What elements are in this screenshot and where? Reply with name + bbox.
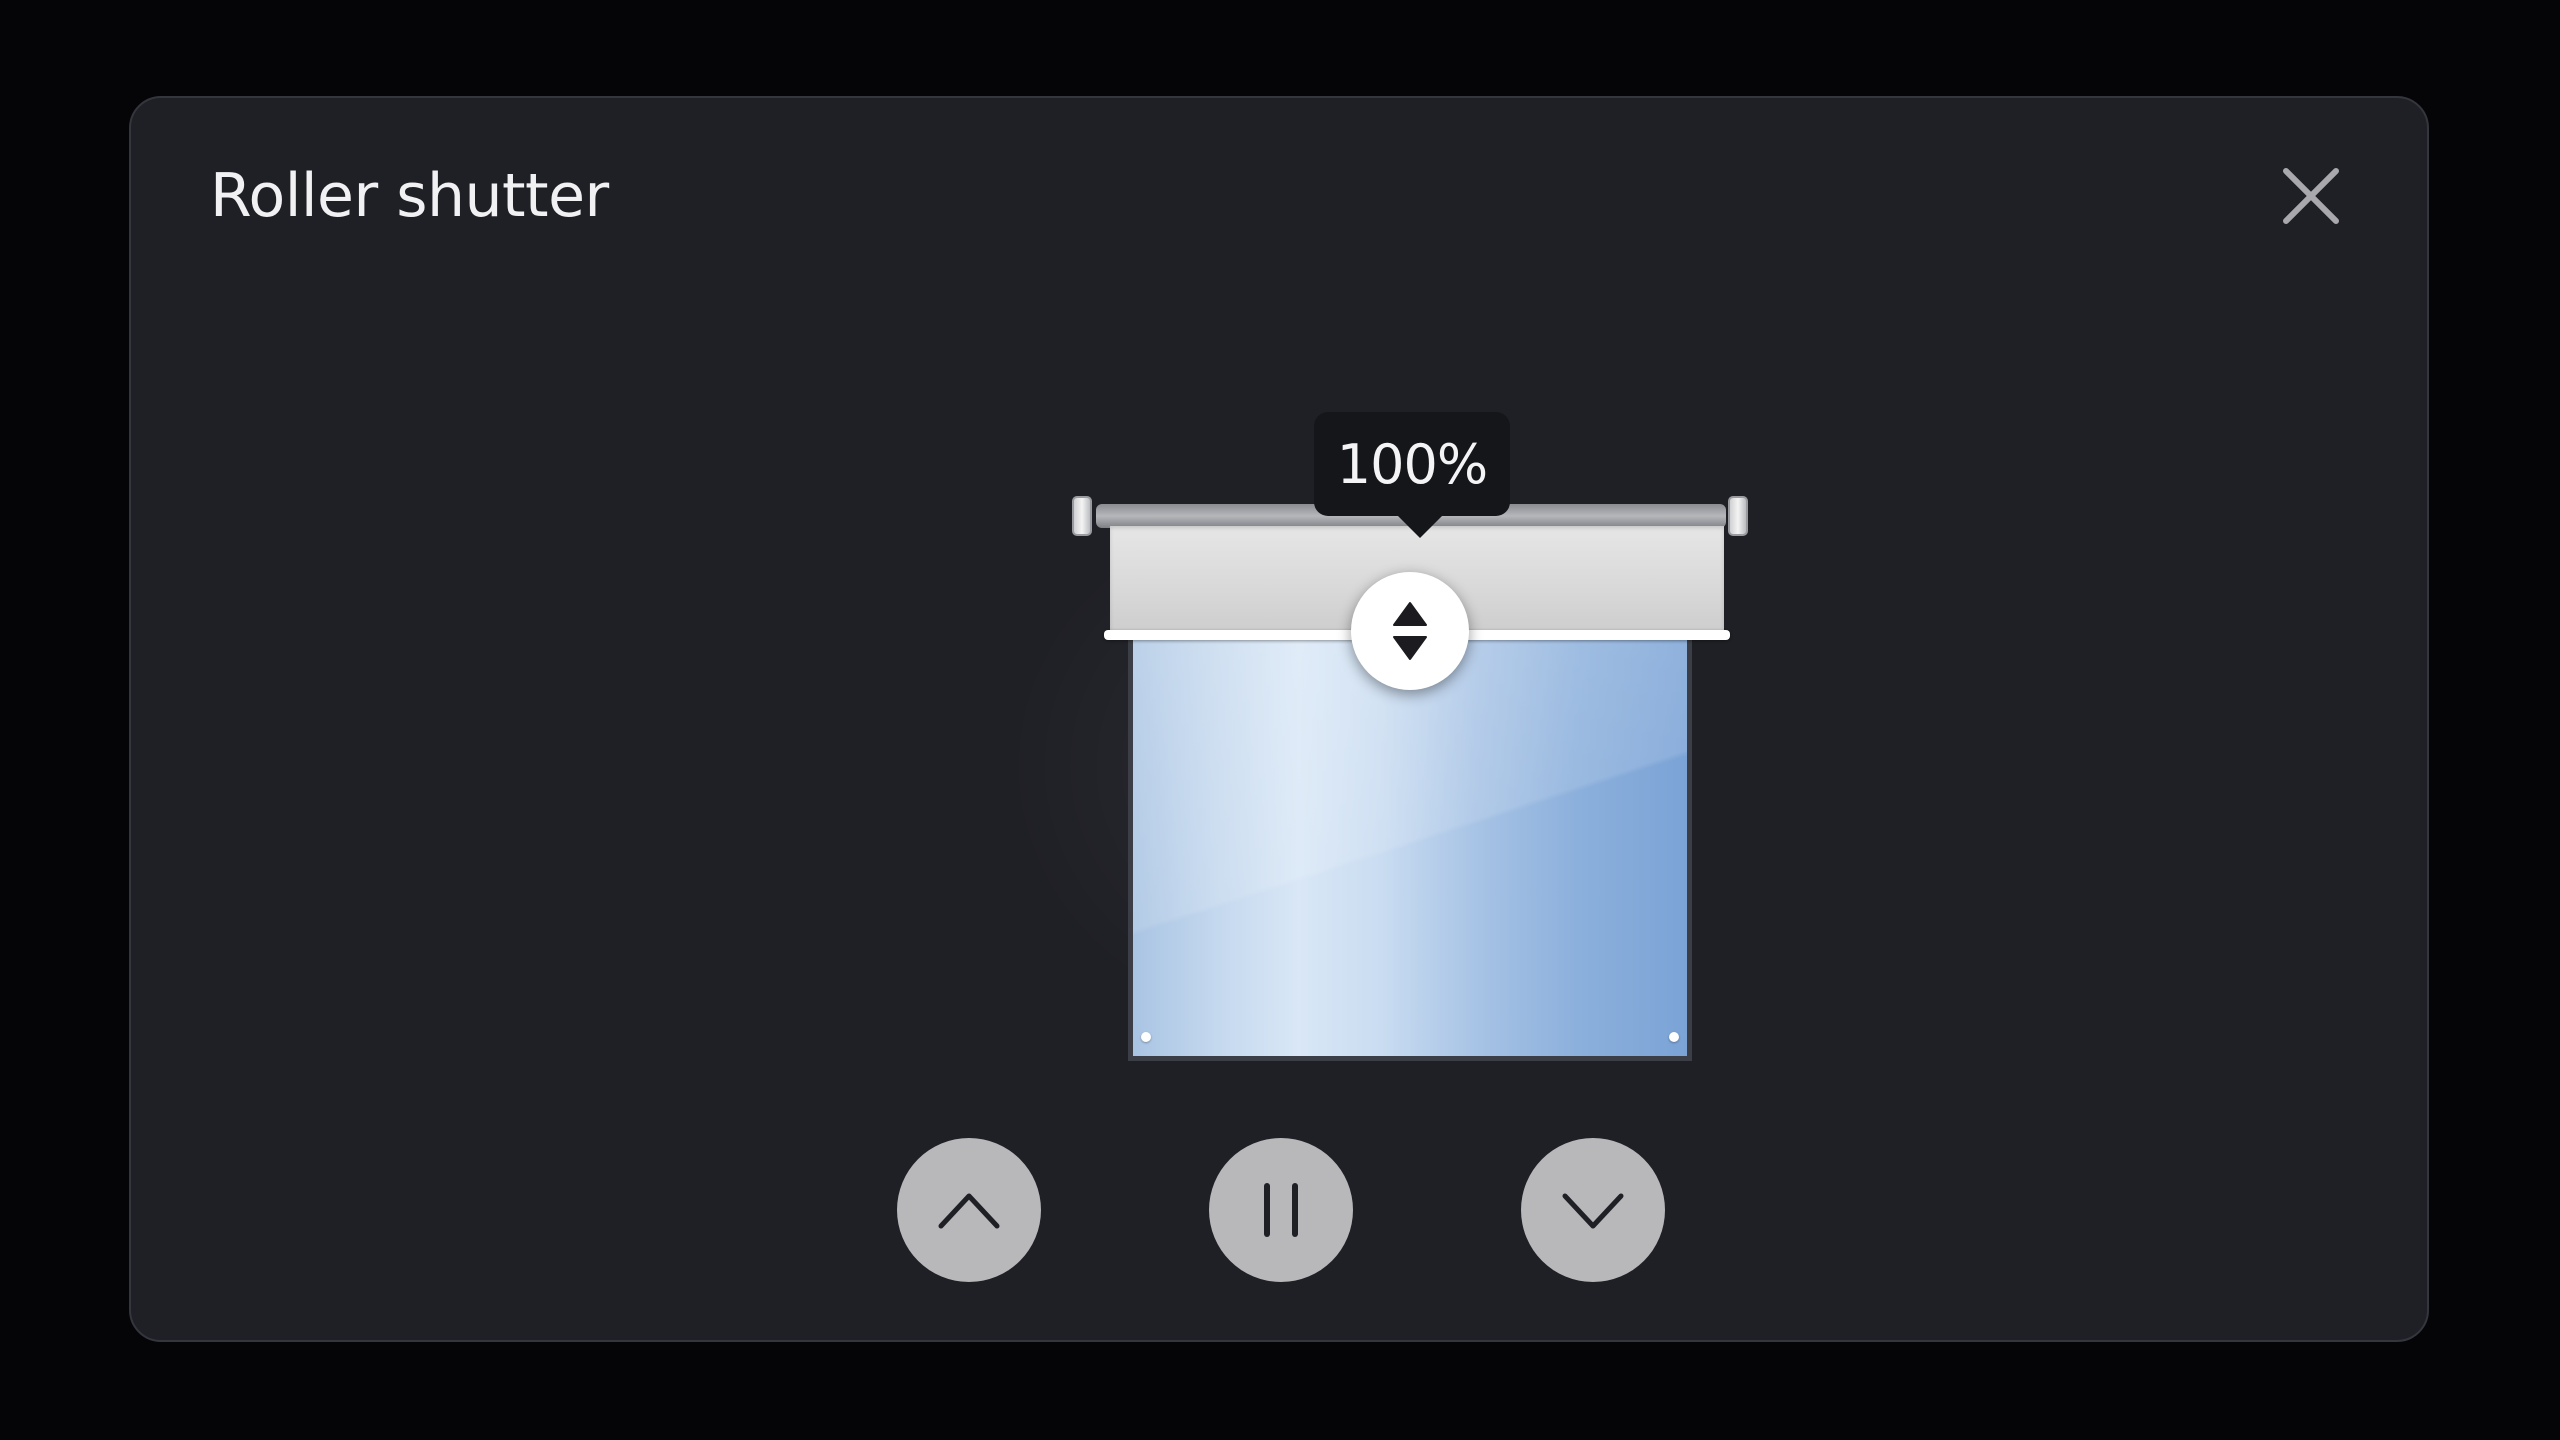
dialog-title: Roller shutter <box>210 161 609 231</box>
window-frame <box>1128 631 1692 1061</box>
window-screw-right <box>1669 1032 1679 1042</box>
shutter-drag-handle[interactable] <box>1351 572 1469 690</box>
position-tooltip: 100% <box>1314 412 1510 538</box>
window-screw-left <box>1141 1032 1151 1042</box>
up-down-arrows-icon <box>1393 602 1427 660</box>
glass-reflection <box>1133 636 1687 1056</box>
window-glass <box>1133 636 1687 1056</box>
stop-pause-button[interactable] <box>1209 1138 1353 1282</box>
close-button[interactable] <box>2271 156 2351 236</box>
open-up-button[interactable] <box>897 1138 1041 1282</box>
roller-shutter-dialog: Roller shutter 100% <box>129 96 2429 1342</box>
roller-end-cap-left <box>1072 496 1092 536</box>
shutter-visual: 100% <box>940 316 1748 1076</box>
chevron-up-icon <box>938 1193 1000 1229</box>
close-down-button[interactable] <box>1521 1138 1665 1282</box>
shutter-controls <box>897 1138 1685 1282</box>
chevron-down-icon <box>1562 1193 1624 1229</box>
roller-end-cap-right <box>1728 496 1748 536</box>
close-icon <box>2283 168 2339 224</box>
pause-icon <box>1264 1183 1298 1237</box>
